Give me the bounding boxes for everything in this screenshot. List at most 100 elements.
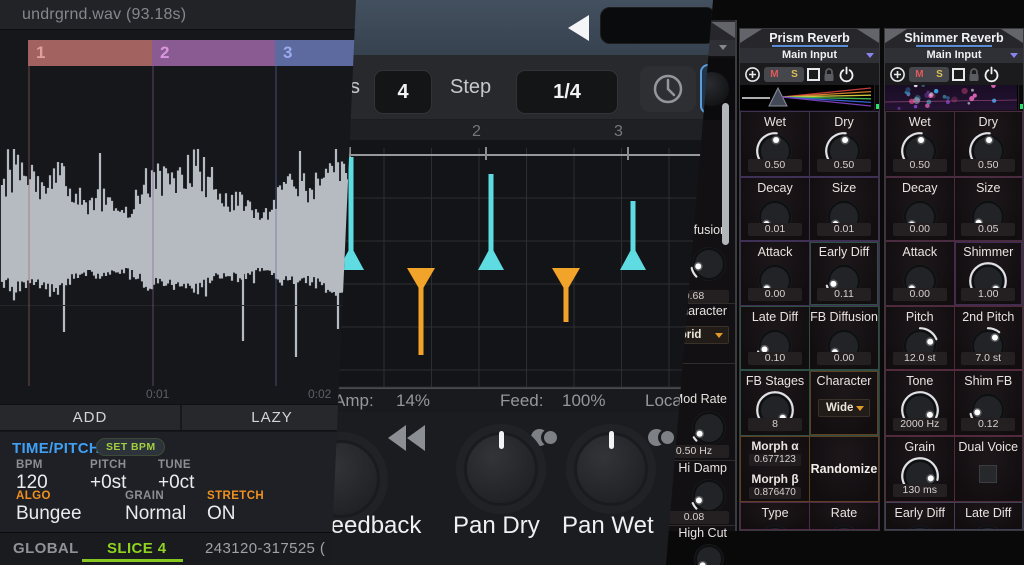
param-value: 0.00 [893,288,947,301]
param-value-algo[interactable]: Bungee [16,503,82,525]
rewind-icon[interactable] [388,425,426,451]
steps-value-box[interactable]: 4 [374,70,432,114]
cell-2nd-pitch[interactable]: 2nd Pitch7.0 st [955,307,1023,369]
lazy-slice-button[interactable]: LAZY [182,405,362,430]
param-knob[interactable] [824,522,864,529]
checkbox-dual-voice[interactable] [979,465,997,483]
param-value: 0.00 [817,352,871,365]
input-selector[interactable]: Main Input [740,48,879,63]
slice-boundary-line[interactable] [152,66,154,386]
cell-fb-diffusion[interactable]: FB Diffusion0.00 [810,307,878,369]
step-label: Step [450,76,491,99]
mute-solo-pill: MS [909,67,949,82]
param-value-grain[interactable]: Normal [125,503,186,525]
cell-type[interactable]: Type [741,503,809,529]
meter-green-segment [876,104,879,109]
solo-button[interactable]: S [791,69,798,80]
cell-size[interactable]: Size0.01 [810,178,878,241]
channel-strip-shimmer-reverb: Shimmer ReverbMain InputMSWet0.50Dry0.50… [884,28,1024,531]
knob-pan-dry[interactable] [456,424,546,514]
cell-size[interactable]: Size0.05 [955,178,1023,241]
level-meter [874,85,879,110]
cell-shim-fb[interactable]: Shim FB0.12 [955,371,1023,436]
param-knob[interactable] [689,408,729,448]
power-icon[interactable] [838,66,855,83]
param-value: 12.0 st [893,352,947,365]
tab-slice-4[interactable]: SLICE 4 [107,540,166,557]
slice-boundary-line[interactable] [28,66,30,386]
cell-fb-stages[interactable]: FB Stages8 [741,371,809,436]
param-value[interactable]: 0.677123 [749,454,801,466]
cell-character[interactable]: CharacterWide [810,371,878,436]
knob-pan-wet[interactable] [566,424,656,514]
tab-243120-317525-[interactable]: 243120-317525 ( [205,540,325,557]
cell-late-diff[interactable]: Late Diff [955,503,1023,529]
select-checkbox[interactable] [952,68,965,81]
cell-late-diff[interactable]: Late Diff0.10 [741,307,809,369]
param-label-tune: TUNE [158,459,191,471]
mute-button[interactable]: M [770,69,778,80]
back-triangle-icon[interactable] [568,15,589,41]
rack-scrollbar[interactable] [722,103,729,245]
slice-boundary-line[interactable] [275,66,277,386]
param-row: FB Stages8CharacterWide [740,370,879,437]
lock-icon[interactable] [968,67,980,82]
param-knob[interactable] [689,244,729,284]
step-division-box[interactable]: 1/4 [516,70,618,114]
add-icon[interactable] [744,66,761,83]
cell-wet[interactable]: Wet0.50 [886,112,954,176]
cell-shimmer[interactable]: Shimmer1.00 [955,242,1023,305]
input-selector[interactable]: Main Input [885,48,1023,63]
cell-wet[interactable]: Wet0.50 [741,112,809,176]
param-knob[interactable] [968,522,1008,529]
param-value[interactable]: 0.876470 [749,487,801,499]
param-value-stretch[interactable]: ON [207,503,236,525]
param-label-bpm: BPM [16,459,43,471]
cell-randomize[interactable]: Randomize [810,437,878,501]
param-knob[interactable] [755,522,795,529]
cell-morph[interactable]: Morph α0.677123Morph β0.876470 [741,437,809,501]
param-knob[interactable] [691,541,727,565]
param-label: Late Diff [955,506,1023,520]
cell-rate[interactable]: Rate [810,503,878,529]
set-bpm-button[interactable]: SET BPM [96,438,165,456]
cell-pitch[interactable]: Pitch12.0 st [886,307,954,369]
corner-fold-icon [1001,29,1023,43]
preset-display-box[interactable] [600,7,716,44]
cell-decay[interactable]: Decay0.00 [886,178,954,241]
cell-grain[interactable]: Grain130 ms [886,437,954,501]
param-label: Dual Voice [955,440,1023,454]
power-icon[interactable] [983,66,1000,83]
param-value: 8 [748,418,802,431]
sync-clock-button[interactable] [640,66,696,112]
cell-tone[interactable]: Tone2000 Hz [886,371,954,436]
param-label: Hi Damp [678,461,727,475]
cell-dry[interactable]: Dry0.50 [810,112,878,176]
cell-early-diff[interactable]: Early Diff0.11 [810,242,878,305]
cell-early-diff[interactable]: Early Diff [886,503,954,529]
mute-solo-pill: MS [764,67,804,82]
cell-dry[interactable]: Dry0.50 [955,112,1023,176]
sampler-tab-bar: GLOBAL SLICE 4 243120-317525 ( [0,532,362,565]
button-randomize[interactable]: Randomize [810,437,878,501]
cell-attack[interactable]: Attack0.00 [741,242,809,305]
corner-fold-icon [857,29,879,43]
param-value: 0.05 [961,223,1015,236]
solo-button[interactable]: S [936,69,943,80]
tab-global[interactable]: GLOBAL [13,540,79,557]
param-knob[interactable] [689,476,729,516]
select-checkbox[interactable] [807,68,820,81]
cell-dual-voice[interactable]: Dual Voice [955,437,1023,501]
add-icon[interactable] [889,66,906,83]
param-row: Tone2000 HzShim FB0.12 [885,370,1023,437]
mute-button[interactable]: M [915,69,923,80]
param-knob[interactable] [900,522,940,529]
param-value-pitch[interactable]: +0st [90,472,126,494]
dropdown-character[interactable]: Wide [818,399,870,417]
lock-icon[interactable] [823,67,835,82]
cell-decay[interactable]: Decay0.01 [741,178,809,241]
cell-attack[interactable]: Attack0.00 [886,242,954,305]
bar-number-label: 2 [472,123,481,141]
add-slice-button[interactable]: ADD [0,405,180,430]
param-row: Decay0.00Size0.05 [885,177,1023,242]
